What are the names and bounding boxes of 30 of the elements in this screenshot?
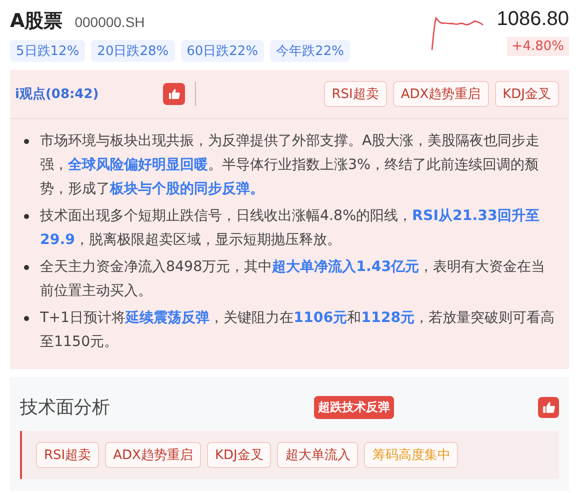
signal-tag: KDJ金叉 <box>206 442 272 468</box>
period-chip: 今年跌22% <box>270 40 350 62</box>
signal-tag: 超大单流入 <box>277 442 358 468</box>
signal-tag: ADX趋势重启 <box>392 81 489 107</box>
signal-tag: 筹码高度集中 <box>364 442 458 468</box>
viewpoint-title: i观点(08:42) <box>15 86 100 103</box>
analysis-point: 市场环境与板块出现共振，为反弹提供了外部支撑。A股大涨，美股隔夜也同步走强，全球风险偏好明显回暖。半导体行业指数上涨3%，终结了此前连续回调的颓势，形成了板块与个股的同步反弹。 <box>40 132 541 199</box>
bullet-icon <box>24 214 29 219</box>
bullet-icon <box>24 139 29 144</box>
sparkline-icon <box>430 14 485 52</box>
stock-name: A股票 <box>10 9 63 34</box>
stock-price: 1086.80 <box>496 8 569 31</box>
period-chip: 5日跌12% <box>10 40 86 62</box>
section-title: 技术面分析 <box>20 396 110 419</box>
analysis-point: 技术面出现多个短期止跌信号，日线收出涨幅4.8%的阳线，RSI从21.33回升至29.9，脱离极限超卖区域，显示短期抛压释放。 <box>40 207 540 250</box>
signal-tag: RSI超卖 <box>36 442 100 468</box>
thumbs-up-icon[interactable] <box>163 83 185 105</box>
bullet-icon <box>24 316 29 321</box>
stock-code: 000000.SH <box>74 14 145 30</box>
signal-tag: ADX趋势重启 <box>105 442 201 468</box>
signal-badge: 超跌技术反弹 <box>314 396 394 418</box>
period-chip: 60日跌22% <box>180 40 264 62</box>
thumbs-up-icon[interactable] <box>538 396 559 418</box>
price-change: +4.80% <box>506 37 569 56</box>
analysis-point: 全天主力资金净流入8498万元，其中超大单净流入1.43亿元，表明有大资金在当前位置主动买入。 <box>40 258 546 301</box>
period-chip: 20日跌28% <box>91 40 175 62</box>
analysis-point: T+1日预计将延续震荡反弹，关键阻力在1106元和1128元，若放量突破则可看高至1150元。 <box>40 309 555 352</box>
signal-tag: KDJ金叉 <box>494 81 559 107</box>
signal-tag: RSI超卖 <box>324 81 387 107</box>
bullet-icon <box>24 265 29 270</box>
